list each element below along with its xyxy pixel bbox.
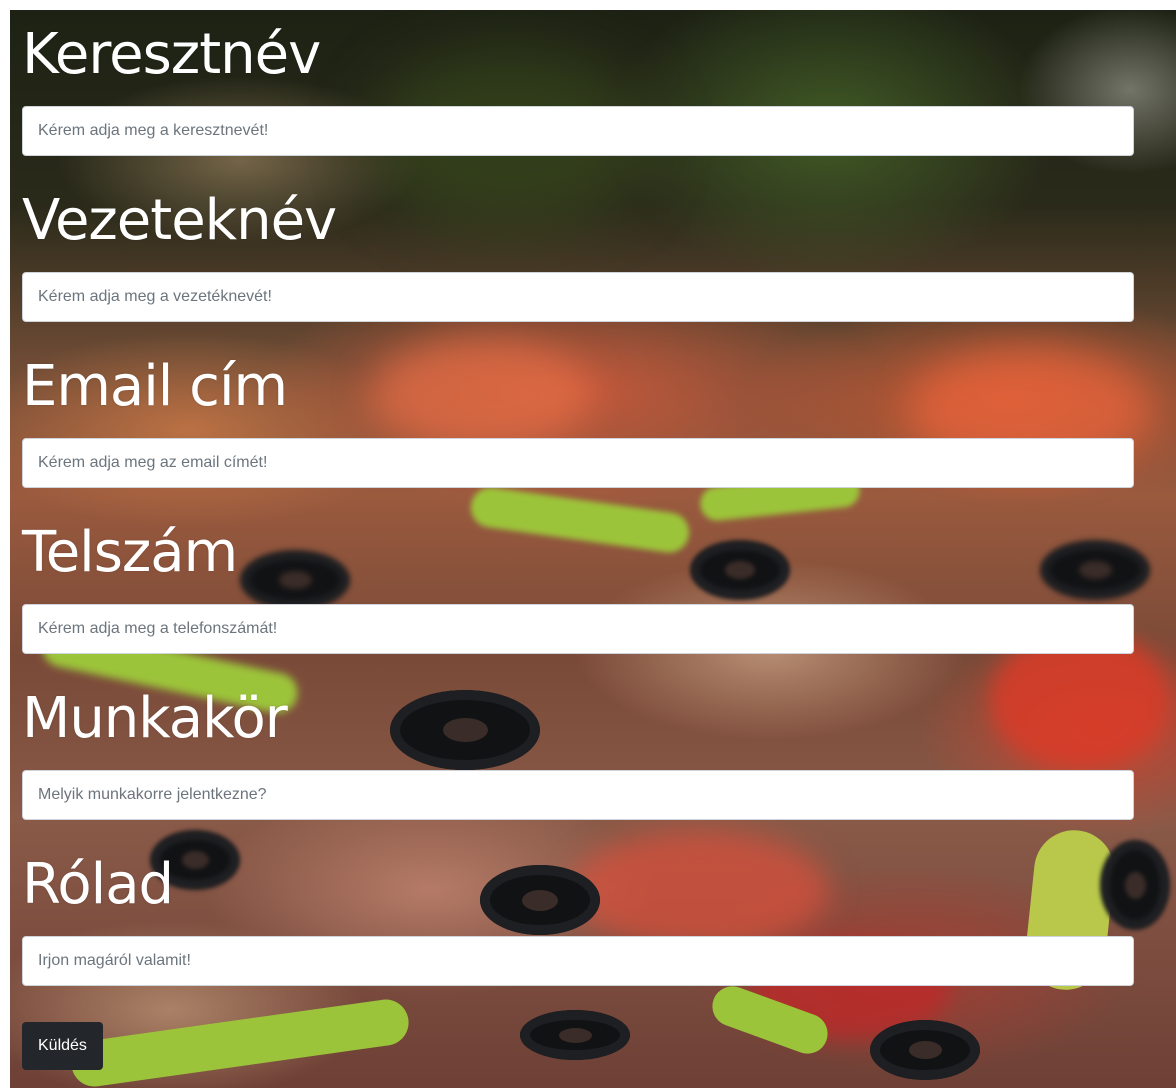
pepper-slice bbox=[68, 996, 412, 1088]
job-position-input[interactable] bbox=[22, 770, 1134, 820]
about-you-label: Rólad bbox=[22, 852, 174, 917]
olive-slice bbox=[520, 1010, 630, 1060]
application-page: Keresztnév Vezeteknév Email cím Telszám … bbox=[0, 0, 1176, 1088]
first-name-label: Keresztnév bbox=[22, 22, 321, 87]
email-label: Email cím bbox=[22, 354, 288, 419]
phone-label: Telszám bbox=[22, 520, 238, 585]
job-application-form: Keresztnév Vezeteknév Email cím Telszám … bbox=[22, 10, 1134, 1006]
last-name-input[interactable] bbox=[22, 272, 1134, 322]
submit-button[interactable]: Küldés bbox=[22, 1022, 103, 1070]
last-name-label: Vezeteknév bbox=[22, 188, 337, 253]
job-position-label: Munkakör bbox=[22, 686, 288, 751]
phone-input[interactable] bbox=[22, 604, 1134, 654]
email-input[interactable] bbox=[22, 438, 1134, 488]
olive-slice bbox=[870, 1020, 980, 1080]
about-you-input[interactable] bbox=[22, 936, 1134, 986]
first-name-input[interactable] bbox=[22, 106, 1134, 156]
